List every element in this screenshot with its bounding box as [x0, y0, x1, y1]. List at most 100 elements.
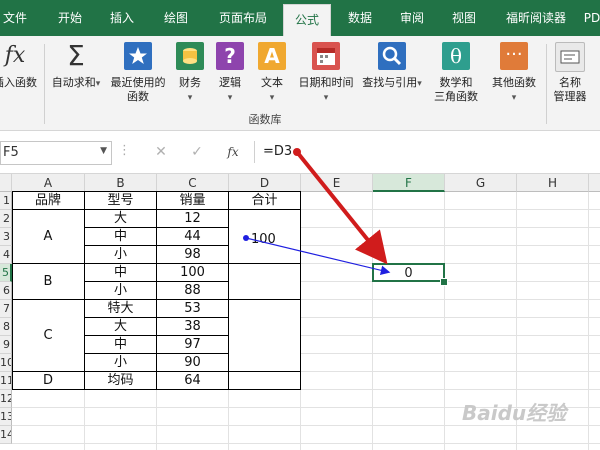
tab-foxit-reader[interactable]: 福昕阅读器 — [496, 0, 576, 36]
column-header-h[interactable]: H — [517, 174, 589, 192]
cell-brand-d[interactable]: D — [12, 373, 84, 389]
tab-page-layout[interactable]: 页面布局 — [208, 0, 278, 36]
column-header-i[interactable] — [589, 174, 600, 192]
column-header-f[interactable]: F — [373, 174, 445, 192]
cell-sales[interactable]: 38 — [157, 319, 228, 335]
cancel-button[interactable]: ✕ — [148, 141, 174, 163]
cell-model[interactable]: 小 — [85, 247, 156, 263]
tab-review[interactable]: 审阅 — [390, 0, 434, 36]
tab-insert[interactable]: 插入 — [100, 0, 144, 36]
row-header-4[interactable]: 4 — [0, 246, 12, 264]
insert-function-fx-button[interactable]: fx — [220, 141, 246, 163]
header-sales[interactable]: 销量 — [157, 193, 228, 209]
autosum-button[interactable]: Σ 自动求和▾ — [48, 36, 104, 106]
lookup-reference-button[interactable]: 查找与引用▾ — [360, 36, 424, 106]
cell-brand-c[interactable]: C — [12, 300, 84, 371]
text-button[interactable]: A 文本 ▾ — [254, 36, 290, 106]
tab-file[interactable]: 文件 — [0, 0, 30, 36]
cell-brand-b[interactable]: B — [12, 264, 84, 299]
tab-pdf[interactable]: PD — [580, 0, 600, 36]
row-header-2[interactable]: 2 — [0, 210, 12, 228]
row-header-1[interactable]: 1 — [0, 192, 12, 210]
header-total[interactable]: 合计 — [229, 193, 300, 209]
name-box[interactable]: F5 ▼ — [0, 141, 112, 165]
selected-cell-f5[interactable]: 0 — [372, 263, 445, 282]
cell-model[interactable]: 中 — [85, 337, 156, 353]
column-header-a[interactable]: A — [12, 174, 85, 192]
cell-sales[interactable]: 12 — [157, 211, 228, 227]
ribbon-formulas-panel: fx 插入函数 Σ 自动求和▾ 最近使用的 函数 财务▾ ? 逻辑▾ A 文本▾… — [0, 36, 600, 131]
cell-sales[interactable]: 64 — [157, 373, 228, 389]
column-header-c[interactable]: C — [157, 174, 229, 192]
row-header-7[interactable]: 7 — [0, 300, 12, 318]
cell-model[interactable]: 大 — [85, 211, 156, 227]
lookup-reference-label: 查找与引用▾ — [362, 76, 422, 89]
tab-view[interactable]: 视图 — [442, 0, 486, 36]
spreadsheet-grid[interactable]: A B C D E F G H 1 2 3 4 5 6 7 8 9 10 11 … — [0, 174, 600, 450]
more-functions-button[interactable]: ··· 其他函数 ▾ — [486, 36, 542, 106]
gridline — [444, 192, 445, 450]
cell-sales[interactable]: 97 — [157, 337, 228, 353]
watermark: Baidu经验 — [462, 397, 592, 431]
cell-model[interactable]: 小 — [85, 283, 156, 299]
cell-model[interactable]: 小 — [85, 355, 156, 371]
financial-button[interactable]: 财务 ▾ — [172, 36, 208, 106]
recently-used-button[interactable]: 最近使用的 函数 — [106, 36, 170, 106]
cell-d-total-c[interactable] — [229, 300, 300, 371]
name-manager-button[interactable]: 名称 管理器 — [546, 36, 594, 106]
header-brand[interactable]: 品牌 — [12, 193, 84, 209]
resize-handle-icon[interactable]: ⋮ — [118, 143, 131, 158]
cell-sales[interactable]: 53 — [157, 301, 228, 317]
logical-button[interactable]: ? 逻辑 ▾ — [212, 36, 248, 106]
cell-d-total-a[interactable]: 100 — [229, 210, 300, 263]
ribbon-tab-bar: 文件 开始 插入 绘图 页面布局 公式 数据 审阅 视图 福昕阅读器 PD — [0, 0, 600, 37]
row-header-3[interactable]: 3 — [0, 228, 12, 246]
math-trig-button[interactable]: θ 数学和 三角函数 — [426, 36, 486, 106]
insert-function-button[interactable]: fx 插入函数 — [0, 36, 40, 106]
chevron-down-icon[interactable]: ▼ — [100, 146, 107, 156]
cell-sales[interactable]: 100 — [157, 265, 228, 281]
cell-sales[interactable]: 88 — [157, 283, 228, 299]
row-header-12[interactable]: 12 — [0, 390, 12, 408]
cell-d-total-b[interactable] — [229, 264, 300, 299]
header-model[interactable]: 型号 — [85, 193, 156, 209]
cell-brand-a[interactable]: A — [12, 210, 84, 263]
column-header-b[interactable]: B — [85, 174, 157, 192]
select-all-corner[interactable] — [0, 174, 12, 192]
row-header-14[interactable]: 14 — [0, 426, 12, 444]
formula-input[interactable]: =D3 — [254, 141, 600, 163]
row-header-9[interactable]: 9 — [0, 336, 12, 354]
fill-handle[interactable] — [440, 278, 448, 286]
row-header-13[interactable]: 13 — [0, 408, 12, 426]
cell-model[interactable]: 中 — [85, 229, 156, 245]
cell-model[interactable]: 均码 — [85, 373, 156, 389]
row-header-11[interactable]: 11 — [0, 372, 12, 390]
tab-data[interactable]: 数据 — [338, 0, 382, 36]
name-box-value: F5 — [3, 145, 19, 160]
cell-sales[interactable]: 44 — [157, 229, 228, 245]
column-header-d[interactable]: D — [229, 174, 301, 192]
tab-home[interactable]: 开始 — [48, 0, 92, 36]
financial-label: 财务 ▾ — [179, 76, 201, 103]
tab-draw[interactable]: 绘图 — [154, 0, 198, 36]
cell-sales[interactable]: 98 — [157, 247, 228, 263]
fx-icon: fx — [4, 43, 26, 68]
tab-formulas[interactable]: 公式 — [283, 4, 331, 37]
cell-sales[interactable]: 90 — [157, 355, 228, 371]
cell-model[interactable]: 特大 — [85, 301, 156, 317]
magnifier-icon — [378, 42, 406, 70]
logical-label: 逻辑 ▾ — [219, 76, 241, 103]
column-header-e[interactable]: E — [301, 174, 373, 192]
date-time-button[interactable]: 日期和时间 ▾ — [294, 36, 358, 106]
row-header-5[interactable]: 5 — [0, 264, 12, 282]
table-border — [84, 191, 85, 390]
row-header-8[interactable]: 8 — [0, 318, 12, 336]
cell-model[interactable]: 中 — [85, 265, 156, 281]
column-header-g[interactable]: G — [445, 174, 517, 192]
table-border — [85, 317, 229, 318]
row-header-6[interactable]: 6 — [0, 282, 12, 300]
enter-button[interactable]: ✓ — [184, 141, 210, 163]
cell-model[interactable]: 大 — [85, 319, 156, 335]
row-header-10[interactable]: 10 — [0, 354, 12, 372]
formula-text: =D3 — [263, 144, 293, 159]
